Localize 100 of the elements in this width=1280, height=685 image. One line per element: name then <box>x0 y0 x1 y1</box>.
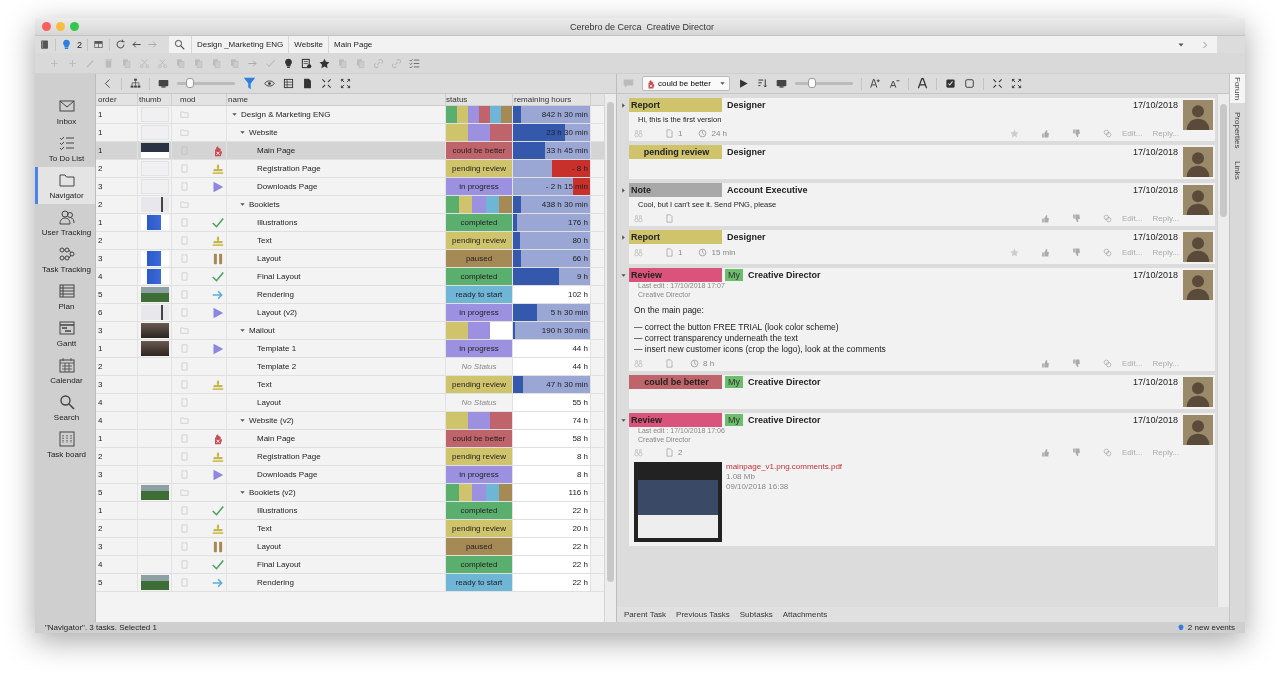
sidebar-item[interactable]: Search <box>35 389 95 426</box>
copy-icon[interactable] <box>193 57 204 69</box>
zoom-button[interactable] <box>70 22 79 31</box>
close-button[interactable] <box>42 22 51 31</box>
copy-icon[interactable] <box>355 57 366 69</box>
sidebar-item[interactable]: To Do List <box>35 130 95 167</box>
table-row[interactable]: 1 Illustrations completed 176 h <box>96 214 604 232</box>
screenshot-thumbnail[interactable] <box>634 462 722 542</box>
font-decrease-icon[interactable] <box>888 78 900 89</box>
document-icon[interactable] <box>302 78 313 89</box>
thumbs-up-icon[interactable] <box>1041 358 1050 368</box>
circles-icon[interactable] <box>1103 358 1112 368</box>
thumbs-up-icon[interactable] <box>1041 447 1050 457</box>
checkmark-icon[interactable] <box>265 57 276 69</box>
sort-icon[interactable] <box>756 78 768 89</box>
chevron-right-icon[interactable] <box>1201 40 1209 49</box>
file-icon[interactable] <box>665 447 674 457</box>
table-row[interactable]: 2 Template 2 No Status 44 h <box>96 358 604 376</box>
table-row[interactable]: 2 Booklets 438 h 30 min <box>96 196 604 214</box>
arrow-icon[interactable] <box>247 57 258 69</box>
thumbs-up-icon[interactable] <box>1041 213 1050 223</box>
forward-arrow-icon[interactable] <box>147 39 158 50</box>
binoculars-icon[interactable] <box>634 247 643 257</box>
monitor-icon[interactable] <box>158 78 169 89</box>
table-row[interactable]: 3 Layout paused 66 h <box>96 250 604 268</box>
chat-icon[interactable] <box>623 78 634 89</box>
sidebar-item[interactable]: Plan <box>35 278 95 315</box>
layout-icon[interactable] <box>93 39 104 50</box>
circles-icon[interactable] <box>1103 128 1112 138</box>
table-row[interactable]: 1 Main Page could be better 58 h <box>96 430 604 448</box>
bottom-tab[interactable]: Previous Tasks <box>673 610 733 619</box>
events-count[interactable]: 2 new events <box>1187 623 1235 632</box>
eye-icon[interactable] <box>264 78 275 89</box>
thumbs-down-icon[interactable] <box>1072 447 1081 457</box>
table-row[interactable]: 5 Rendering ready to start 102 h <box>96 286 604 304</box>
column-header[interactable]: status <box>446 94 513 105</box>
column-header[interactable]: remaining hours <box>513 94 591 105</box>
table-row[interactable]: 5 Rendering ready to start 22 h <box>96 574 604 592</box>
binoculars-icon[interactable] <box>634 358 643 368</box>
sidebar-item[interactable]: Navigator <box>35 167 95 204</box>
expand-caret-icon[interactable] <box>239 489 246 496</box>
file-icon[interactable] <box>665 128 674 138</box>
sidebar-item[interactable]: Task board <box>35 426 95 463</box>
font-icon[interactable] <box>916 78 928 89</box>
font-increase-icon[interactable] <box>869 78 881 89</box>
expand-caret-icon[interactable] <box>239 129 246 136</box>
link-icon[interactable] <box>373 57 384 69</box>
side-tab[interactable]: Forum <box>1230 74 1245 104</box>
side-tab[interactable]: Properties <box>1230 109 1245 152</box>
table-icon[interactable] <box>283 78 294 89</box>
scissors-icon[interactable] <box>139 57 150 69</box>
sidebar-item[interactable]: Inbox <box>35 93 95 130</box>
expand-caret-icon[interactable] <box>619 272 627 279</box>
list-icon[interactable] <box>409 57 420 69</box>
bottom-tab[interactable]: Subtasks <box>736 610 776 619</box>
copy-icon[interactable] <box>229 57 240 69</box>
sidebar-item[interactable]: Calendar <box>35 352 95 389</box>
expand-caret-icon[interactable] <box>619 234 627 241</box>
expand-caret-icon[interactable] <box>239 201 246 208</box>
expand-caret-icon[interactable] <box>239 417 246 424</box>
monitor-icon[interactable] <box>775 78 787 89</box>
table-row[interactable]: 2 Registration Page pending review 8 h <box>96 448 604 466</box>
slider-handle[interactable] <box>185 78 194 88</box>
bottom-tab[interactable]: Attachments <box>779 610 831 619</box>
attachment-link[interactable]: mainpage_v1.png.comments.pdf <box>726 462 843 471</box>
add-icon[interactable] <box>49 57 60 69</box>
link-icon[interactable] <box>391 57 402 69</box>
search-icon[interactable] <box>174 39 185 50</box>
table-row[interactable]: 3 Downloads Page in progress - 2 h 15 min <box>96 178 604 196</box>
thumbs-down-icon[interactable] <box>1072 128 1081 138</box>
column-header[interactable]: name <box>227 94 446 105</box>
sidebar-item[interactable]: User Tracking <box>35 204 95 241</box>
circles-icon[interactable] <box>1103 247 1112 257</box>
file-icon[interactable] <box>665 213 674 223</box>
side-tab[interactable]: Links <box>1230 157 1245 183</box>
table-row[interactable]: 3 Downloads Page in progress 8 h <box>96 466 604 484</box>
sidebar-item[interactable]: Task Tracking <box>35 241 95 278</box>
expand-caret-icon[interactable] <box>239 327 246 334</box>
table-row[interactable]: 5 Booklets (v2) 116 h <box>96 484 604 502</box>
empty-box-icon[interactable] <box>963 78 975 89</box>
table-row[interactable]: 6 Layout (v2) in progress 5 h 30 min <box>96 304 604 322</box>
table-row[interactable]: 1 Main Page could be better 33 h 45 min <box>96 142 604 160</box>
copy-icon[interactable] <box>337 57 348 69</box>
scissors-icon[interactable] <box>157 57 168 69</box>
expand-caret-icon[interactable] <box>231 111 238 118</box>
table-row[interactable]: 1 Illustrations completed 22 h <box>96 502 604 520</box>
binoculars-icon[interactable] <box>634 128 643 138</box>
thumbs-down-icon[interactable] <box>1072 247 1081 257</box>
column-header[interactable]: mod <box>172 94 227 105</box>
column-header[interactable]: thumb <box>138 94 172 105</box>
collapse-icon[interactable] <box>321 78 332 89</box>
star-icon[interactable] <box>1010 128 1019 138</box>
scrollbar[interactable] <box>604 94 616 622</box>
binoculars-icon[interactable] <box>634 447 643 457</box>
circles-icon[interactable] <box>1103 213 1112 223</box>
thumbs-down-icon[interactable] <box>1072 213 1081 223</box>
slider-handle[interactable] <box>808 78 817 88</box>
play-icon[interactable] <box>737 78 749 89</box>
file-icon[interactable] <box>665 358 674 368</box>
refresh-icon[interactable] <box>115 39 126 50</box>
